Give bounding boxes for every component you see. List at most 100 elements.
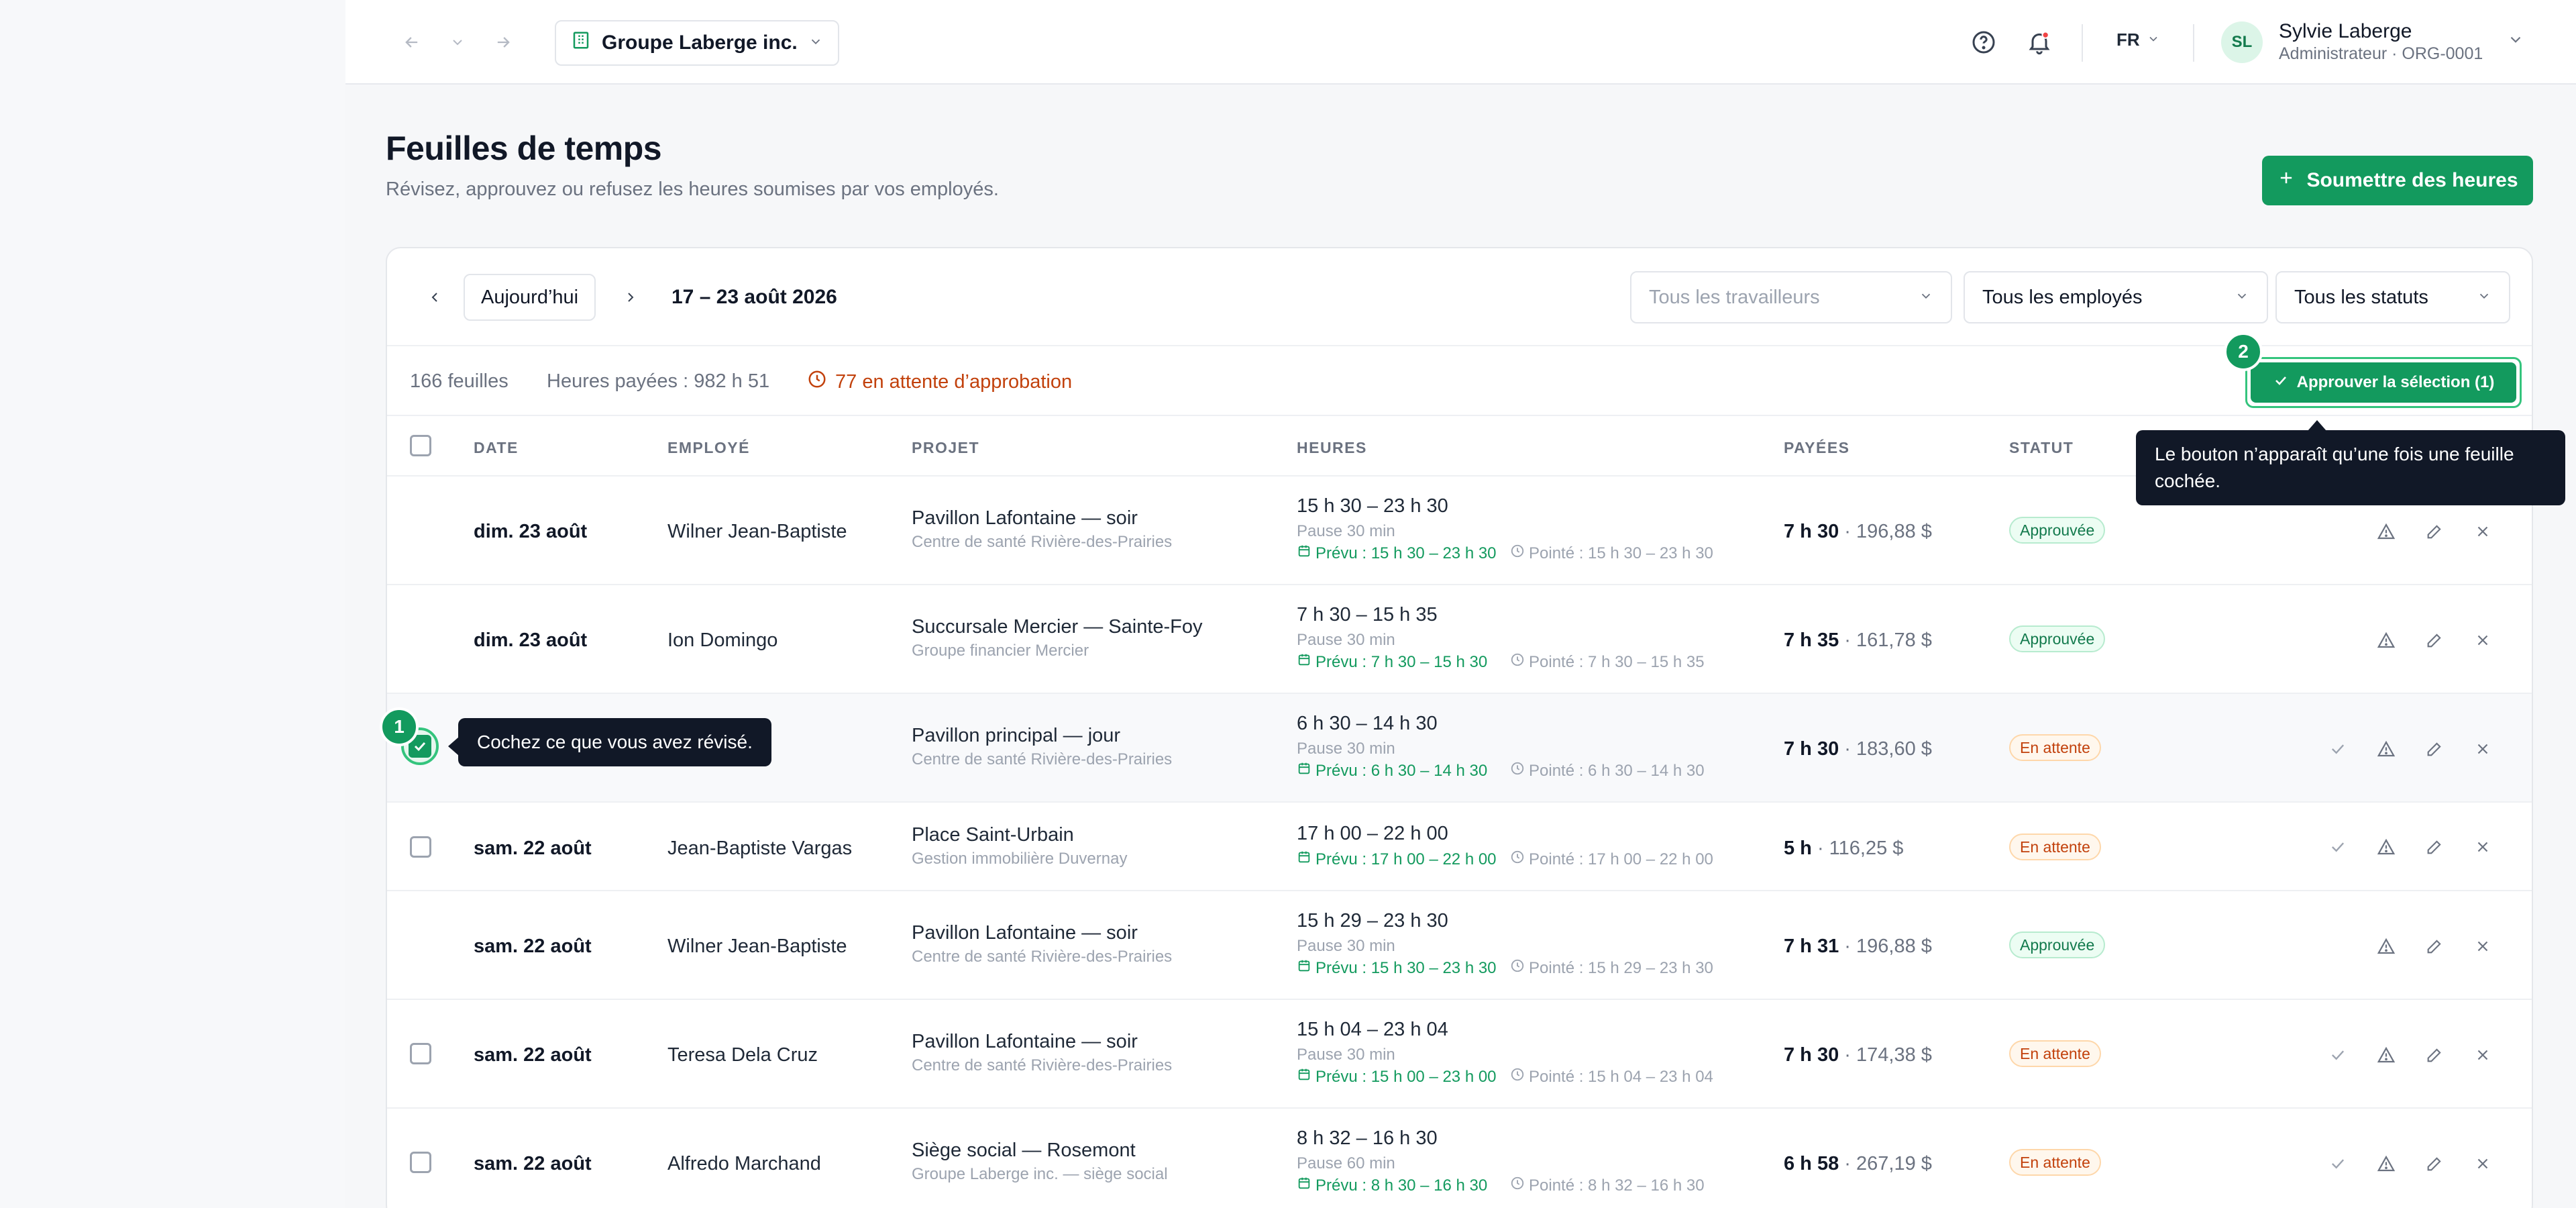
status-badge: Approuvée: [2009, 517, 2106, 544]
flag-warning-icon[interactable]: [2373, 933, 2400, 960]
flag-warning-icon[interactable]: [2373, 1042, 2400, 1068]
approve-check-icon[interactable]: [2324, 834, 2351, 860]
table-row[interactable]: sam. 22 août Wilner Jean-Baptiste Pavill…: [387, 891, 2532, 1000]
row-hours: 8 h 32 – 16 h 30: [1297, 1127, 1438, 1149]
column-header-project[interactable]: PROJET: [912, 439, 979, 457]
row-paid: 7 h 30 · 183,60 $: [1784, 738, 1932, 760]
calendar-icon: [1297, 958, 1311, 978]
edit-pencil-icon[interactable]: [2421, 1150, 2448, 1177]
edit-pencil-icon[interactable]: [2421, 933, 2448, 960]
language-selector[interactable]: FR: [2116, 30, 2160, 50]
flag-warning-icon[interactable]: [2373, 518, 2400, 545]
chevron-down-icon: [808, 32, 823, 54]
status-badge: En attente: [2009, 834, 2101, 860]
organization-switcher[interactable]: Groupe Laberge inc.: [555, 20, 839, 66]
row-planned: Prévu : 8 h 30 – 16 h 30: [1297, 1176, 1487, 1195]
workers-filter[interactable]: Tous les travailleurs: [1630, 271, 1952, 323]
row-checkbox[interactable]: [410, 1152, 431, 1173]
flag-warning-icon[interactable]: [2373, 736, 2400, 762]
row-planned-text: Prévu : 17 h 00 – 22 h 00: [1316, 850, 1497, 868]
clock-icon: [1510, 761, 1525, 781]
row-client: Centre de santé Rivière-des-Prairies: [912, 948, 1173, 966]
chevron-down-icon: [2235, 287, 2249, 309]
reject-close-icon[interactable]: [2469, 627, 2496, 654]
row-paid: 7 h 30 · 174,38 $: [1784, 1044, 1932, 1066]
user-menu-chevron-down-icon[interactable]: [2507, 31, 2524, 52]
approve-check-icon[interactable]: [2324, 736, 2351, 762]
status-badge: En attente: [2009, 1149, 2101, 1176]
today-button[interactable]: Aujourd’hui: [464, 274, 596, 321]
previous-week-chevron-left-icon[interactable]: [418, 281, 451, 314]
flag-warning-icon[interactable]: [2373, 1150, 2400, 1177]
row-project: Siège social — Rosemont: [912, 1140, 1136, 1161]
row-employee: Wilner Jean-Baptiste: [667, 521, 847, 542]
reject-close-icon[interactable]: [2469, 1150, 2496, 1177]
tooltip-arrow: [2308, 420, 2326, 431]
calendar-icon: [1297, 652, 1311, 672]
row-hours: 15 h 30 – 23 h 30: [1297, 495, 1448, 517]
submit-hours-button[interactable]: Soumettre des heures: [2262, 156, 2533, 205]
history-chevron-down-icon[interactable]: [441, 26, 474, 59]
table-row[interactable]: sam. 22 août Jean-Baptiste Vargas Place …: [387, 803, 2532, 891]
row-planned-text: Prévu : 7 h 30 – 15 h 30: [1316, 652, 1488, 671]
tour-tooltip-step2-line2: cochée.: [2155, 470, 2221, 491]
row-planned: Prévu : 7 h 30 – 15 h 30: [1297, 652, 1487, 672]
approve-selection-label: Approuver la sélection (1): [2296, 373, 2495, 391]
flag-warning-icon[interactable]: [2373, 834, 2400, 860]
reject-close-icon[interactable]: [2469, 1042, 2496, 1068]
edit-pencil-icon[interactable]: [2421, 518, 2448, 545]
row-checkbox[interactable]: [410, 836, 431, 858]
table-row[interactable]: dim. 23 août Ion Domingo Succursale Merc…: [387, 585, 2532, 694]
sidebar-area: [0, 0, 345, 1208]
topbar-divider: [2082, 24, 2083, 62]
approve-selection-button[interactable]: Approuver la sélection (1): [2251, 362, 2516, 403]
clock-icon: [1510, 958, 1525, 978]
row-hours: 7 h 30 – 15 h 35: [1297, 604, 1438, 625]
flag-warning-icon[interactable]: [2373, 627, 2400, 654]
row-paid: 6 h 58 · 267,19 $: [1784, 1153, 1932, 1175]
clock-icon: [1510, 652, 1525, 672]
avatar[interactable]: SL: [2221, 21, 2263, 63]
next-week-chevron-right-icon[interactable]: [614, 281, 647, 314]
forward-arrow-icon[interactable]: [486, 26, 520, 59]
pending-approval-label: 77 en attente d’approbation: [835, 370, 1073, 393]
reject-close-icon[interactable]: [2469, 933, 2496, 960]
row-pause: Pause 30 min: [1297, 631, 1395, 649]
row-project: Pavillon Lafontaine — soir: [912, 1031, 1138, 1052]
reject-close-icon[interactable]: [2469, 834, 2496, 860]
status-filter[interactable]: Tous les statuts: [2275, 271, 2510, 323]
column-header-employee[interactable]: EMPLOYÉ: [667, 439, 750, 457]
row-client: Gestion immobilière Duvernay: [912, 850, 1128, 868]
edit-pencil-icon[interactable]: [2421, 834, 2448, 860]
edit-pencil-icon[interactable]: [2421, 1042, 2448, 1068]
approve-check-icon[interactable]: [2324, 1150, 2351, 1177]
edit-pencil-icon[interactable]: [2421, 736, 2448, 762]
back-arrow-icon[interactable]: [395, 26, 429, 59]
reject-close-icon[interactable]: [2469, 518, 2496, 545]
row-hours: 15 h 04 – 23 h 04: [1297, 1019, 1448, 1040]
user-name[interactable]: Sylvie Laberge: [2279, 20, 2412, 43]
row-pause: Pause 30 min: [1297, 937, 1395, 955]
reject-close-icon[interactable]: [2469, 736, 2496, 762]
row-paid-amount: · 116,25 $: [1817, 838, 1904, 859]
help-icon[interactable]: [1967, 26, 2000, 59]
table-row[interactable]: sam. 22 août Alfredo Marchand Siège soci…: [387, 1109, 2532, 1208]
select-all-checkbox[interactable]: [410, 435, 431, 456]
calendar-icon: [1297, 850, 1311, 869]
edit-pencil-icon[interactable]: [2421, 627, 2448, 654]
column-header-status[interactable]: STATUT: [2009, 439, 2074, 457]
topbar-divider: [2193, 24, 2194, 62]
row-date: sam. 22 août: [474, 1044, 592, 1066]
row-date: sam. 22 août: [474, 936, 592, 957]
row-punched: Pointé : 15 h 04 – 23 h 04: [1510, 1067, 1713, 1087]
approve-check-icon[interactable]: [2324, 1042, 2351, 1068]
row-checkbox[interactable]: [410, 1043, 431, 1064]
notification-bell-icon[interactable]: [2023, 26, 2056, 59]
table-row[interactable]: sam. 22 août Teresa Dela Cruz Pavillon L…: [387, 1000, 2532, 1109]
employees-filter[interactable]: Tous les employés: [1964, 271, 2268, 323]
column-header-paid[interactable]: PAYÉES: [1784, 439, 1850, 457]
row-date: dim. 23 août: [474, 630, 588, 651]
chevron-down-icon: [2477, 287, 2491, 309]
column-header-date[interactable]: DATE: [474, 439, 519, 457]
column-header-hours[interactable]: HEURES: [1297, 439, 1367, 457]
